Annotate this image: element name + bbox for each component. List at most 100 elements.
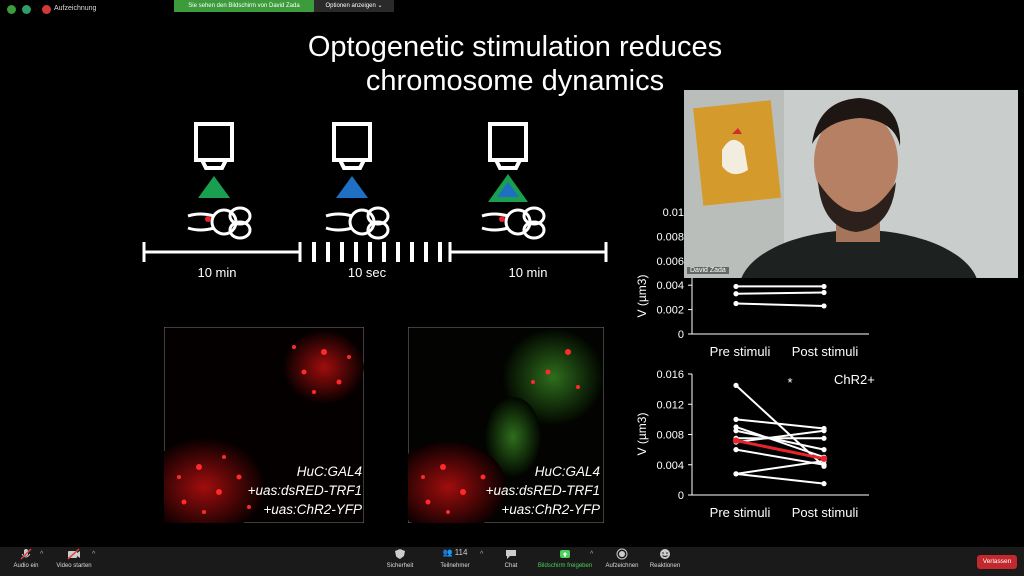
data-point xyxy=(821,435,827,441)
y-tick-label: 0.004 xyxy=(656,460,684,472)
y-tick-label: 0.016 xyxy=(656,369,684,381)
chart2-category-post: Post stimuli xyxy=(792,505,859,520)
video-options-chevron-icon[interactable]: ^ xyxy=(92,551,95,558)
data-point xyxy=(733,416,739,422)
data-point xyxy=(733,382,739,388)
y-tick-label: 0.002 xyxy=(656,305,684,317)
participants-button-label: Teilnehmer xyxy=(440,563,470,569)
record-button-label: Aufzeichnen xyxy=(605,563,639,569)
shield-icon xyxy=(395,549,405,559)
microscope-diagram-green-blue xyxy=(481,122,546,240)
record-button[interactable]: Aufzeichnen xyxy=(600,548,644,569)
slide-title: Optogenetic stimulation reduces chromoso… xyxy=(250,30,780,98)
audio-button-label: Audio ein xyxy=(13,563,39,569)
caption-line-reporter: +uas:dsRED-TRF1 xyxy=(485,483,600,498)
audio-options-chevron-icon[interactable]: ^ xyxy=(40,551,43,558)
chat-button[interactable]: Chat xyxy=(496,548,526,569)
record-icon xyxy=(616,548,628,560)
data-point xyxy=(821,481,827,487)
share-screen-icon xyxy=(560,550,570,558)
series-line xyxy=(735,384,825,467)
data-point xyxy=(733,447,739,453)
chart1-category-pre: Pre stimuli xyxy=(710,344,771,359)
speaker-video[interactable] xyxy=(684,90,1018,278)
microscope-diagram-blue xyxy=(325,122,390,240)
data-point xyxy=(733,428,739,434)
reactions-button[interactable]: Reaktionen xyxy=(645,548,685,569)
data-point xyxy=(733,300,739,307)
participants-button[interactable]: 👥 114 Teilnehmer xyxy=(433,548,477,569)
data-point xyxy=(821,428,827,434)
view-options-button[interactable]: Optionen anzeigen ⌄ xyxy=(314,0,394,12)
timeline-label-stim: 10 sec xyxy=(347,265,387,280)
participants-count: 114 xyxy=(454,548,468,557)
chart2-category-pre: Pre stimuli xyxy=(710,505,771,520)
camera-off-icon xyxy=(67,548,80,560)
caption-line-driver: HuC:GAL4 xyxy=(296,464,362,479)
shield-icon[interactable] xyxy=(7,5,16,14)
y-tick-label: 0 xyxy=(678,490,684,502)
data-point xyxy=(821,289,827,296)
data-point xyxy=(821,283,827,290)
stimulation-timeline xyxy=(142,242,608,262)
audio-button[interactable]: Audio ein xyxy=(8,548,44,569)
y-tick-label: 0.012 xyxy=(656,399,684,411)
recording-label: Aufzeichnung xyxy=(54,5,97,12)
data-point xyxy=(821,303,827,309)
data-point xyxy=(733,471,739,477)
security-button[interactable]: Sicherheit xyxy=(380,548,420,569)
participants-icon: 👥 114 xyxy=(442,548,468,557)
encryption-icon[interactable] xyxy=(22,5,31,14)
chart1-y-axis-label: V (µm3) xyxy=(635,275,649,318)
mean-series-line xyxy=(735,439,825,461)
video-button[interactable]: Video starten xyxy=(54,548,94,569)
screen-share-banner: Sie sehen den Bildschirm von David Zada xyxy=(174,0,314,12)
share-screen-button[interactable]: Bildschirm freigeben xyxy=(534,548,596,569)
y-tick-label: 0.008 xyxy=(656,231,684,243)
image-caption-merged: HuC:GAL4 +uas:dsRED-TRF1 +uas:ChR2-YFP xyxy=(440,462,600,519)
microphone-muted-icon xyxy=(20,548,32,560)
chart2-y-axis-label: V (µm3) xyxy=(635,413,649,456)
chat-bubble-icon xyxy=(506,550,516,559)
caption-line-reporter: +uas:dsRED-TRF1 xyxy=(247,483,362,498)
caption-line-opsin: +uas:ChR2-YFP xyxy=(263,502,362,517)
chevron-down-icon: ⌄ xyxy=(377,3,383,9)
share-screen-button-label: Bildschirm freigeben xyxy=(537,563,593,569)
slide-title-line-1: Optogenetic stimulation reduces xyxy=(307,31,723,63)
leave-meeting-button[interactable]: Verlassen xyxy=(977,555,1017,569)
view-options-label: Optionen anzeigen xyxy=(325,3,376,9)
chart1-category-post: Post stimuli xyxy=(792,344,859,359)
series-line xyxy=(735,291,825,295)
y-tick-label: 0.004 xyxy=(656,280,684,292)
video-button-label: Video starten xyxy=(56,563,92,569)
data-point xyxy=(733,291,739,297)
chart2-title: ChR2+ xyxy=(834,372,875,387)
participants-options-chevron-icon[interactable]: ^ xyxy=(480,551,483,558)
mean-data-point xyxy=(732,437,740,444)
meeting-top-bar xyxy=(0,0,1024,20)
caption-line-opsin: +uas:ChR2-YFP xyxy=(501,502,600,517)
series-line xyxy=(735,459,825,475)
data-point xyxy=(821,447,827,453)
chart2-significance-star: * xyxy=(787,375,792,390)
timeline-label-pre: 10 min xyxy=(197,265,237,280)
y-tick-label: 0 xyxy=(678,329,684,341)
security-button-label: Sicherheit xyxy=(386,563,414,569)
data-point xyxy=(733,283,739,290)
volume-chart-chr2: V (µm3) 0 0.004 0.008 0.012 0.016 * ChR2+ Pr… xyxy=(635,369,875,520)
y-tick-label: 0.01 xyxy=(663,207,684,219)
microscope-diagram-green xyxy=(187,122,252,240)
mean-data-point xyxy=(820,455,828,462)
speaker-video-frame xyxy=(684,90,1018,278)
smiley-icon xyxy=(660,549,670,559)
image-caption-red: HuC:GAL4 +uas:dsRED-TRF1 +uas:ChR2-YFP xyxy=(200,462,362,519)
series-line xyxy=(735,302,825,307)
y-tick-label: 0.008 xyxy=(656,430,684,442)
participant-name-tag: David Zada xyxy=(687,267,729,274)
y-tick-label: 0.006 xyxy=(656,256,684,268)
caption-line-driver: HuC:GAL4 xyxy=(534,464,600,479)
record-icon xyxy=(42,5,51,14)
chat-button-label: Chat xyxy=(504,563,518,569)
share-options-chevron-icon[interactable]: ^ xyxy=(590,551,593,558)
reactions-button-label: Reaktionen xyxy=(649,563,681,569)
